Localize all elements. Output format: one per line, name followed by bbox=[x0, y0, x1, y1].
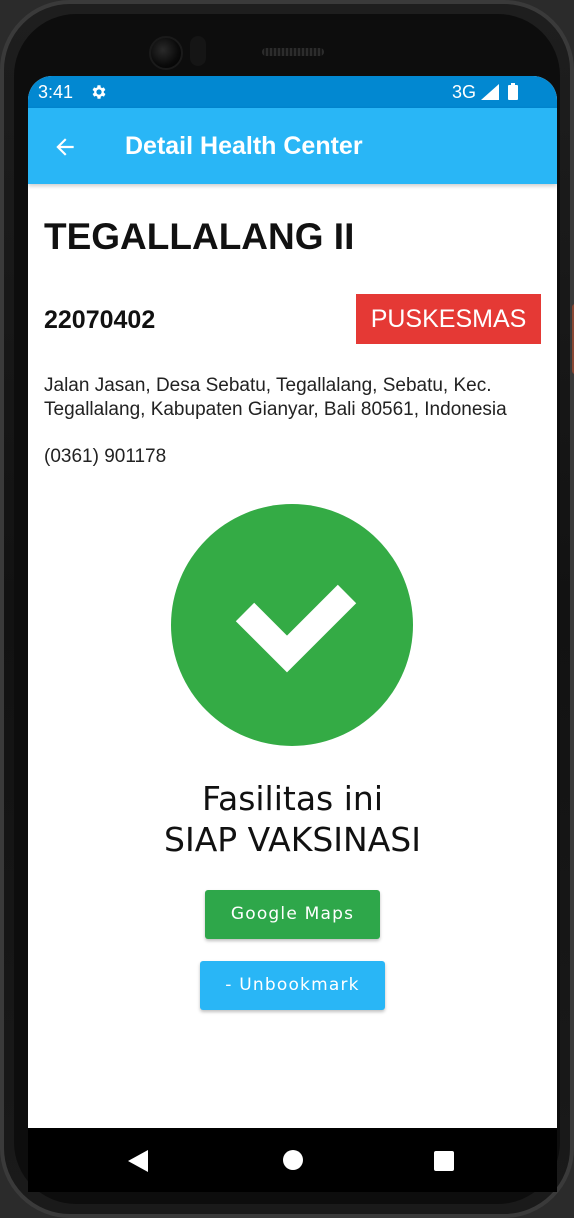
vaccination-status-indicator bbox=[171, 504, 413, 746]
system-navigation-bar bbox=[28, 1128, 557, 1192]
health-center-name: TEGALLALANG II bbox=[44, 216, 355, 257]
status-time: 3:41 bbox=[38, 82, 74, 102]
health-center-phone: (0361) 901178 bbox=[44, 446, 167, 467]
health-center-code: 22070402 bbox=[44, 306, 156, 334]
earpiece-speaker-icon bbox=[262, 48, 324, 56]
nav-home-icon[interactable] bbox=[283, 1150, 303, 1170]
phone-frame: 3:41 3G Detail Health Center TEGALLALANG… bbox=[0, 0, 574, 1218]
battery-icon bbox=[508, 83, 518, 100]
nav-back-icon[interactable] bbox=[128, 1150, 148, 1172]
nav-recents-icon[interactable] bbox=[434, 1151, 454, 1171]
page-title: Detail Health Center bbox=[125, 132, 363, 160]
proximity-sensor-icon bbox=[190, 36, 206, 66]
arrow-back-icon[interactable] bbox=[52, 134, 78, 160]
status-bar: 3:41 3G bbox=[28, 76, 557, 108]
facility-type-badge: PUSKESMAS bbox=[356, 294, 541, 344]
settings-gear-icon bbox=[92, 85, 106, 99]
status-message-line1: Fasilitas ini bbox=[202, 779, 383, 818]
status-message-line2: SIAP VAKSINASI bbox=[164, 820, 421, 859]
check-circle-icon bbox=[235, 584, 357, 673]
unbookmark-button[interactable]: - Unbookmark bbox=[200, 961, 385, 1010]
health-center-address: Jalan Jasan, Desa Sebatu, Tegallalang, S… bbox=[44, 375, 507, 420]
app-bar: Detail Health Center bbox=[28, 108, 557, 184]
front-camera-icon bbox=[149, 36, 183, 70]
vaccination-status-message: Fasilitas ini SIAP VAKSINASI bbox=[28, 778, 557, 860]
network-type: 3G bbox=[452, 82, 477, 102]
signal-icon bbox=[481, 84, 499, 100]
app-screen: 3:41 3G Detail Health Center TEGALLALANG… bbox=[28, 76, 557, 1192]
google-maps-button[interactable]: Google Maps bbox=[205, 890, 380, 939]
